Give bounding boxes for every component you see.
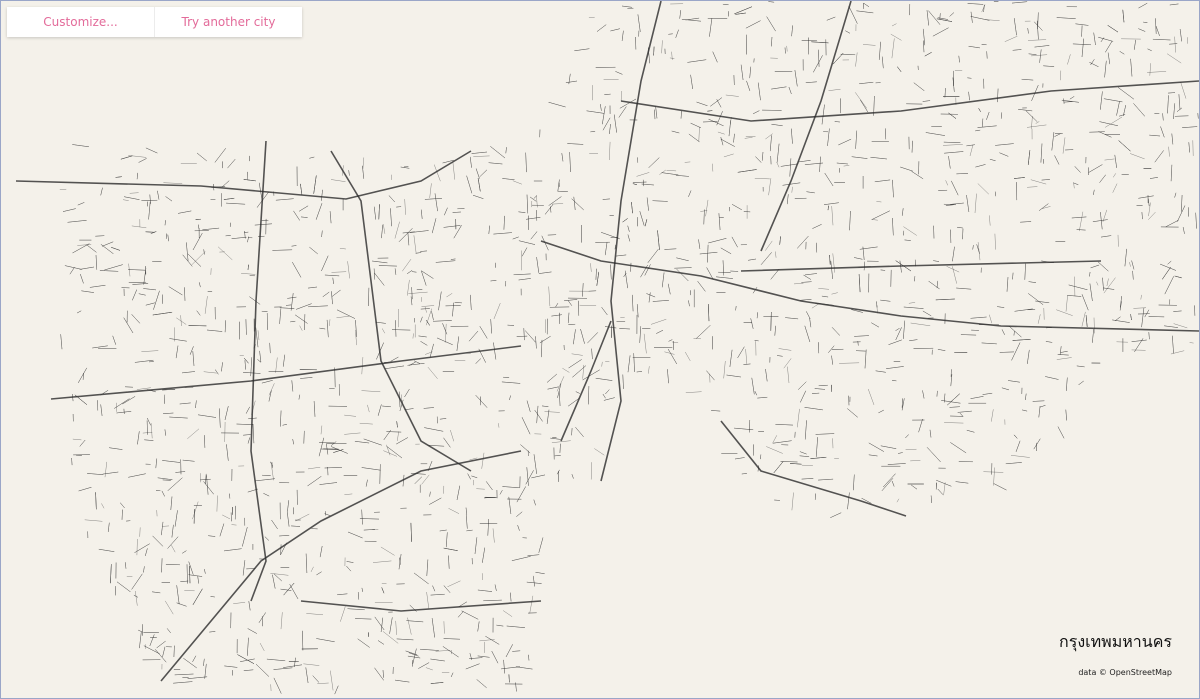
minor-roads: [59, 1, 1199, 695]
customize-button[interactable]: Customize...: [7, 7, 154, 37]
major-roads: [15, 1, 1199, 682]
road-network-map[interactable]: [1, 1, 1199, 698]
attribution-text: data © OpenStreetMap: [1078, 668, 1172, 677]
map-viewport[interactable]: Customize... Try another city กรุงเทพมหา…: [0, 0, 1200, 699]
toolbar: Customize... Try another city: [7, 7, 302, 37]
city-name-label: กรุงเทพมหานคร: [1059, 632, 1172, 651]
try-another-city-button[interactable]: Try another city: [154, 7, 302, 37]
